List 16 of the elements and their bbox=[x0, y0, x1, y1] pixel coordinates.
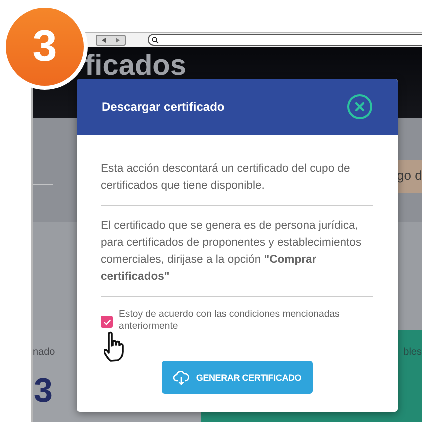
generate-certificate-button[interactable]: GENERAR CERTIFICADO bbox=[162, 361, 313, 394]
page-title: ficados bbox=[85, 49, 188, 84]
modal-title: Descargar certificado bbox=[102, 100, 225, 114]
column-label: bles bbox=[404, 347, 422, 360]
column-label: nado bbox=[33, 347, 56, 358]
close-icon[interactable] bbox=[347, 94, 373, 120]
checkbox-label: Estoy de acuerdo con las condiciones mencionadas anteriormente bbox=[119, 309, 341, 333]
cloud-download-icon bbox=[173, 370, 190, 384]
info-paragraph: Esta acción descontará un certificado del cupo de certificados que tiene disponible. bbox=[101, 162, 352, 194]
back-forward-buttons[interactable] bbox=[96, 34, 126, 46]
search-icon bbox=[152, 36, 159, 44]
address-field[interactable] bbox=[148, 34, 422, 46]
agree-checkbox[interactable] bbox=[101, 316, 113, 328]
info-paragraph: El certificado que se genera es de persona jurídica, para certificados de proponentes y establecimientos comerciales, dirijase a la opción "Comprar certificados" bbox=[101, 219, 363, 285]
count-number: 3 bbox=[34, 376, 53, 406]
step-number-badge: 3 bbox=[6, 8, 84, 86]
